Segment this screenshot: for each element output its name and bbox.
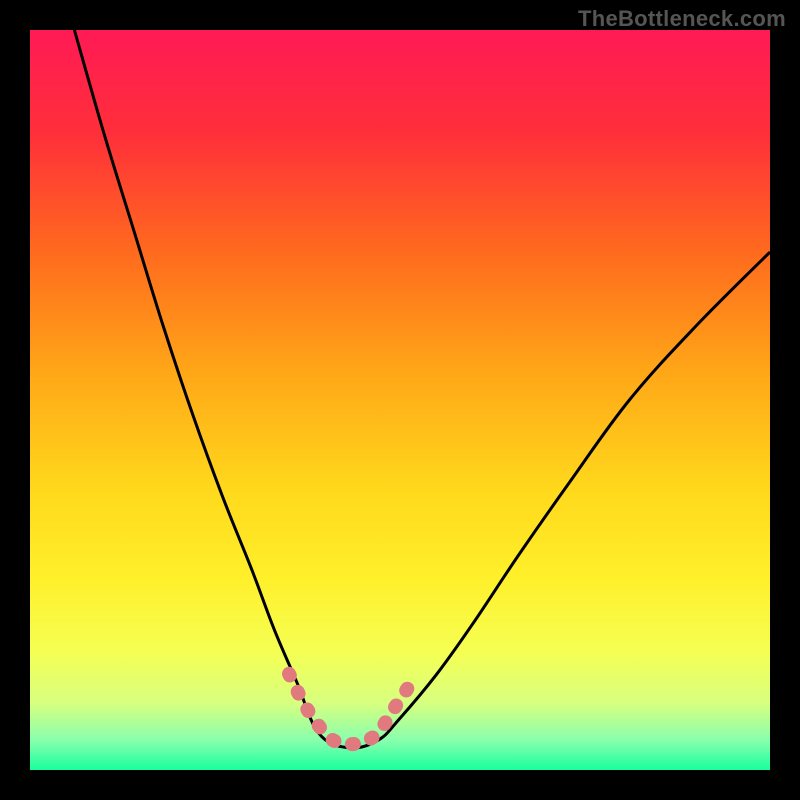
watermark-text: TheBottleneck.com	[578, 6, 786, 32]
plot-area	[30, 30, 770, 770]
chart-container: TheBottleneck.com	[0, 0, 800, 800]
chart-svg	[0, 0, 800, 800]
